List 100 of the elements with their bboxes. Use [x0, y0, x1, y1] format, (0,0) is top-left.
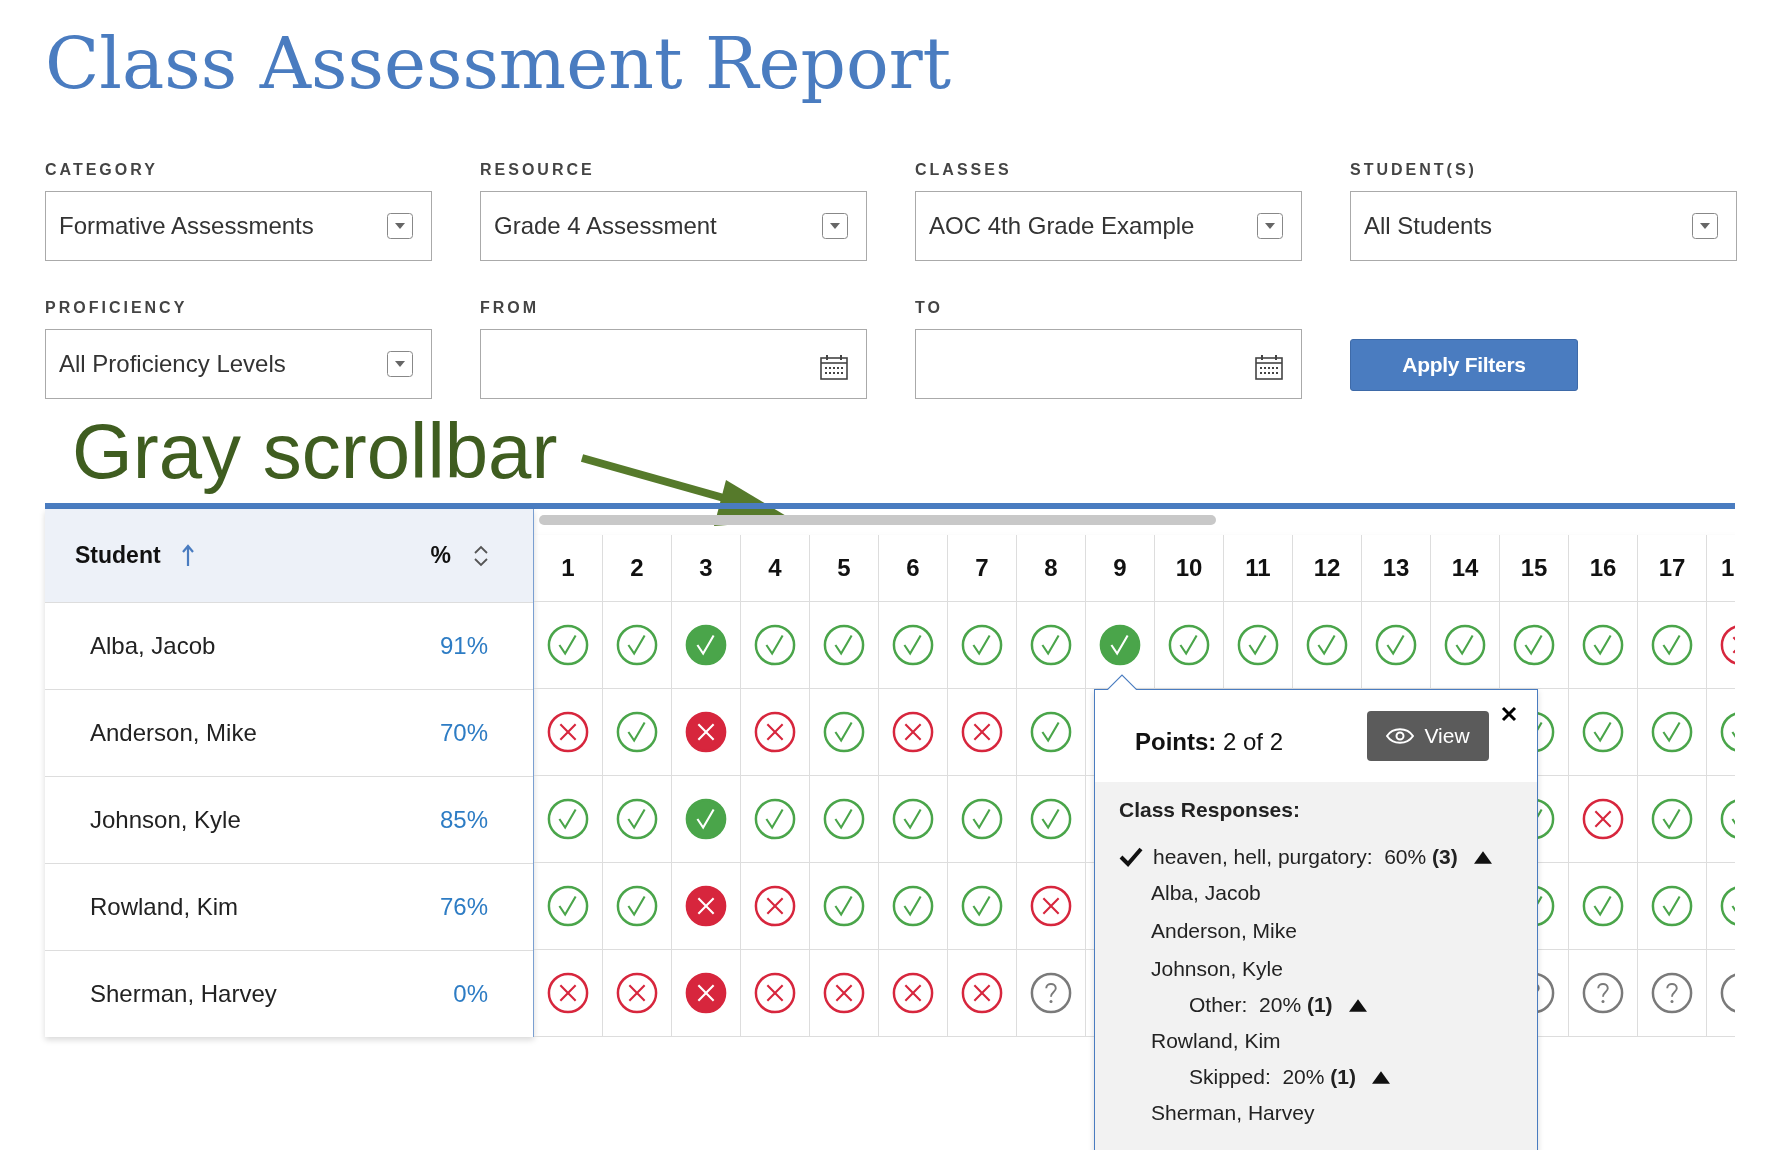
check-circle-icon[interactable]	[754, 798, 796, 840]
apply-filters-button[interactable]: Apply Filters	[1350, 339, 1578, 391]
close-icon[interactable]	[1501, 706, 1517, 722]
check-circle-icon[interactable]	[1168, 624, 1210, 666]
collapse-triangle-icon[interactable]	[1473, 850, 1492, 864]
dropdown-caret-icon	[387, 351, 413, 377]
check-circle-icon[interactable]	[1651, 798, 1693, 840]
student-name: Alba, Jacob	[90, 632, 217, 660]
date-field[interactable]	[915, 329, 1302, 399]
filter-label: CATEGORY	[45, 161, 159, 179]
cross-circle-icon[interactable]	[754, 711, 796, 753]
question-number: 2	[603, 535, 672, 602]
check-circle-icon[interactable]	[1375, 624, 1417, 666]
check-circle-icon[interactable]	[1237, 624, 1279, 666]
view-button[interactable]: View	[1367, 711, 1489, 761]
check-circle-icon[interactable]	[754, 624, 796, 666]
question-circle-icon[interactable]	[1582, 972, 1624, 1014]
check-circle-icon[interactable]	[961, 798, 1003, 840]
cross-circle-icon[interactable]	[754, 972, 796, 1014]
filter-label: STUDENT(S)	[1350, 161, 1478, 179]
score-percent: 76%	[439, 893, 488, 921]
check-circle-icon[interactable]	[1306, 624, 1348, 666]
check-circle-icon[interactable]	[616, 711, 658, 753]
check-circle-icon[interactable]	[616, 885, 658, 927]
check-circle-icon[interactable]	[1030, 711, 1072, 753]
check-circle-icon[interactable]	[1582, 711, 1624, 753]
dropdown-field[interactable]: Formative Assessments	[45, 191, 432, 261]
student-name: Anderson, Mike	[90, 719, 258, 747]
check-circle-icon[interactable]	[823, 885, 865, 927]
student-name: Alba, Jacob	[1150, 880, 1262, 906]
sort-ascending-icon[interactable]	[180, 543, 195, 568]
cross-circle-icon[interactable]	[1582, 798, 1624, 840]
cross-circle-icon[interactable]	[685, 885, 727, 927]
cross-circle-icon[interactable]	[685, 711, 727, 753]
column-header[interactable]: Student	[75, 542, 161, 569]
check-circle-icon[interactable]	[547, 624, 589, 666]
question-circle-icon[interactable]	[1030, 972, 1072, 1014]
check-circle-icon[interactable]	[547, 885, 589, 927]
collapse-triangle-icon[interactable]	[1371, 1070, 1390, 1084]
question-number: 1	[1707, 535, 1735, 602]
sort-icon[interactable]	[473, 543, 489, 568]
filter-label: PROFICIENCY	[45, 299, 189, 317]
cross-circle-icon[interactable]	[961, 711, 1003, 753]
check-circle-icon[interactable]	[616, 798, 658, 840]
score-percent: 85%	[439, 806, 488, 834]
cross-circle-icon[interactable]	[823, 972, 865, 1014]
cross-circle-icon[interactable]	[892, 711, 934, 753]
student-name: Johnson, Kyle	[90, 806, 242, 834]
check-circle-icon[interactable]	[961, 624, 1003, 666]
cross-circle-icon[interactable]	[685, 972, 727, 1014]
student-name: Sherman, Harvey	[90, 980, 278, 1008]
check-circle-icon[interactable]	[547, 798, 589, 840]
check-circle-icon[interactable]	[1651, 885, 1693, 927]
question-number: 7	[948, 535, 1017, 602]
response-summary: heaven, hell, purgatory: 60% (3)	[1153, 845, 1458, 869]
check-circle-icon[interactable]	[1651, 711, 1693, 753]
check-circle-icon[interactable]	[1651, 624, 1693, 666]
column-header[interactable]: %	[430, 542, 451, 569]
cross-circle-icon[interactable]	[616, 972, 658, 1014]
dropdown-field[interactable]: Grade 4 Assessment	[480, 191, 867, 261]
check-circle-icon[interactable]	[1030, 624, 1072, 666]
student-name: Anderson, Mike	[1150, 918, 1298, 944]
check-circle-icon[interactable]	[892, 798, 934, 840]
date-field[interactable]	[480, 329, 867, 399]
check-circle-icon[interactable]	[892, 885, 934, 927]
collapse-triangle-icon[interactable]	[1348, 998, 1367, 1012]
check-circle-icon[interactable]	[1099, 624, 1141, 666]
cross-circle-icon[interactable]	[1030, 885, 1072, 927]
cross-circle-icon[interactable]	[547, 711, 589, 753]
scrollbar-thumb[interactable]	[539, 515, 1216, 525]
check-circle-icon[interactable]	[1582, 885, 1624, 927]
check-circle-icon[interactable]	[823, 711, 865, 753]
cross-circle-icon[interactable]	[892, 972, 934, 1014]
check-circle-icon[interactable]	[1030, 798, 1072, 840]
check-circle-icon[interactable]	[1582, 624, 1624, 666]
question-number: 15	[1500, 535, 1569, 602]
cross-circle-icon[interactable]	[754, 885, 796, 927]
dropdown-field[interactable]: All Proficiency Levels	[45, 329, 432, 399]
dropdown-caret-icon	[822, 213, 848, 239]
score-percent: 91%	[439, 632, 488, 660]
check-circle-icon[interactable]	[961, 885, 1003, 927]
calendar-icon[interactable]	[1255, 354, 1283, 380]
check-circle-icon[interactable]	[823, 624, 865, 666]
check-circle-icon[interactable]	[685, 798, 727, 840]
check-circle-icon[interactable]	[1513, 624, 1555, 666]
question-circle-icon[interactable]	[1651, 972, 1693, 1014]
check-circle-icon[interactable]	[823, 798, 865, 840]
check-circle-icon[interactable]	[1444, 624, 1486, 666]
calendar-icon[interactable]	[820, 354, 848, 380]
dropdown-field[interactable]: AOC 4th Grade Example	[915, 191, 1302, 261]
cross-circle-icon[interactable]	[547, 972, 589, 1014]
annotation-text: Gray scrollbar	[72, 406, 558, 496]
question-number: 3	[672, 535, 741, 602]
question-number: 10	[1155, 535, 1224, 602]
check-circle-icon[interactable]	[892, 624, 934, 666]
cross-circle-icon[interactable]	[961, 972, 1003, 1014]
check-circle-icon[interactable]	[616, 624, 658, 666]
check-circle-icon[interactable]	[685, 624, 727, 666]
dropdown-field[interactable]: All Students	[1350, 191, 1737, 261]
question-number: 8	[1017, 535, 1086, 602]
